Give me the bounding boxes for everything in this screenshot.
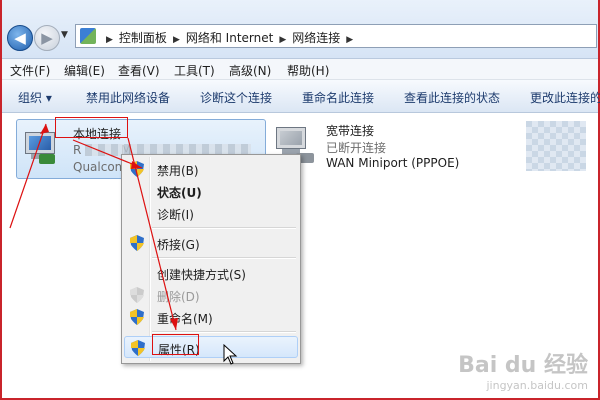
- menu-bar: 文件(F) 编辑(E) 查看(V) 工具(T) 高级(N) 帮助(H): [2, 59, 598, 80]
- breadcrumb-control-panel[interactable]: 控制面板: [119, 31, 167, 45]
- chevron-right-icon[interactable]: ▶: [106, 35, 113, 45]
- disable-device-button[interactable]: 禁用此网络设备: [86, 89, 170, 106]
- broadband-connection-adapter: WAN Miniport (PPPOE): [326, 156, 460, 170]
- menu-separator: [152, 331, 296, 333]
- menu-item-label: 禁用(B): [157, 164, 199, 178]
- forward-button[interactable]: ▶: [34, 25, 60, 51]
- menu-item-label: 重命名(M): [157, 312, 213, 326]
- pixelated-connection-icon: [526, 121, 586, 171]
- change-settings-button[interactable]: 更改此连接的设: [530, 89, 600, 106]
- menu-item-create-shortcut[interactable]: 创建快捷方式(S): [124, 262, 298, 284]
- menu-item-properties[interactable]: 属性(R): [124, 336, 298, 358]
- rename-connection-button[interactable]: 重命名此连接: [302, 89, 374, 106]
- arrow-left-icon: ◀: [14, 29, 26, 47]
- broadband-connection-item[interactable]: 宽带连接 已断开连接 WAN Miniport (PPPOE): [270, 119, 490, 177]
- recent-pages-dropdown[interactable]: ▼: [61, 30, 68, 40]
- organize-button[interactable]: 组织 ▾: [18, 89, 52, 106]
- address-bar[interactable]: ▶ 控制面板 ▶ 网络和 Internet ▶ 网络连接 ▶: [75, 24, 597, 48]
- local-connection-status: R: [73, 143, 82, 157]
- breadcrumb: ▶ 控制面板 ▶ 网络和 Internet ▶ 网络连接 ▶: [100, 29, 359, 46]
- menu-separator: [152, 257, 296, 259]
- network-computer-icon: [274, 127, 308, 155]
- context-menu: 禁用(B) 状态(U) 诊断(I) 桥接(G) 创建快捷方式(S) 删除(D) …: [121, 154, 301, 364]
- watermark: Bai du 经验 jingyan.baidu.com: [458, 347, 588, 392]
- local-connection-adapter: Qualcom: [73, 160, 127, 174]
- menu-item-delete: 删除(D): [124, 284, 298, 306]
- mouse-cursor-icon: [223, 344, 238, 365]
- menu-item-disable[interactable]: 禁用(B): [124, 158, 298, 180]
- address-row: ◀ ▶ ▼ ▶ 控制面板 ▶ 网络和 Internet ▶ 网络连接 ▶: [2, 0, 598, 59]
- menu-item-label: 删除(D): [157, 290, 200, 304]
- broadband-connection-name: 宽带连接: [326, 124, 375, 138]
- menu-item-label: 状态(U): [157, 186, 202, 200]
- menu-help[interactable]: 帮助(H): [287, 62, 329, 79]
- menu-item-label: 创建快捷方式(S): [157, 268, 246, 282]
- chevron-right-icon[interactable]: ▶: [346, 35, 353, 45]
- uac-shield-icon: [130, 161, 144, 177]
- annotation-box-properties: [152, 334, 199, 355]
- uac-shield-icon: [130, 309, 144, 325]
- uac-shield-icon: [130, 235, 144, 251]
- diagnose-connection-button[interactable]: 诊断这个连接: [200, 89, 272, 106]
- menu-advanced[interactable]: 高级(N): [229, 62, 271, 79]
- menu-tools[interactable]: 工具(T): [174, 62, 215, 79]
- watermark-logo: Bai du 经验: [458, 353, 588, 378]
- command-bar: 组织 ▾ 禁用此网络设备 诊断这个连接 重命名此连接 查看此连接的状态 更改此连…: [2, 80, 600, 113]
- network-folder-icon: [80, 28, 96, 44]
- menu-file[interactable]: 文件(F): [10, 62, 50, 79]
- watermark-url: jingyan.baidu.com: [486, 379, 588, 392]
- view-status-button[interactable]: 查看此连接的状态: [404, 89, 500, 106]
- uac-shield-icon: [131, 340, 145, 356]
- ethernet-cable-icon: [39, 154, 55, 164]
- menu-view[interactable]: 查看(V): [118, 62, 160, 79]
- menu-item-status[interactable]: 状态(U): [124, 180, 298, 202]
- menu-item-diagnose[interactable]: 诊断(I): [124, 202, 298, 224]
- menu-separator: [152, 227, 296, 229]
- menu-item-label: 诊断(I): [157, 208, 194, 222]
- annotation-box-local-connection: [55, 117, 128, 138]
- broadband-connection-status: 已断开连接: [326, 141, 387, 155]
- uac-shield-icon: [130, 287, 144, 303]
- menu-item-bridge[interactable]: 桥接(G): [124, 232, 298, 254]
- breadcrumb-network-connections[interactable]: 网络连接: [292, 31, 340, 45]
- menu-edit[interactable]: 编辑(E): [64, 62, 105, 79]
- arrow-right-icon: ▶: [41, 29, 53, 47]
- chevron-right-icon[interactable]: ▶: [173, 35, 180, 45]
- menu-item-label: 桥接(G): [157, 238, 200, 252]
- back-button[interactable]: ◀: [7, 25, 33, 51]
- breadcrumb-network-internet[interactable]: 网络和 Internet: [186, 31, 273, 45]
- chevron-right-icon[interactable]: ▶: [279, 35, 286, 45]
- menu-item-rename[interactable]: 重命名(M): [124, 306, 298, 328]
